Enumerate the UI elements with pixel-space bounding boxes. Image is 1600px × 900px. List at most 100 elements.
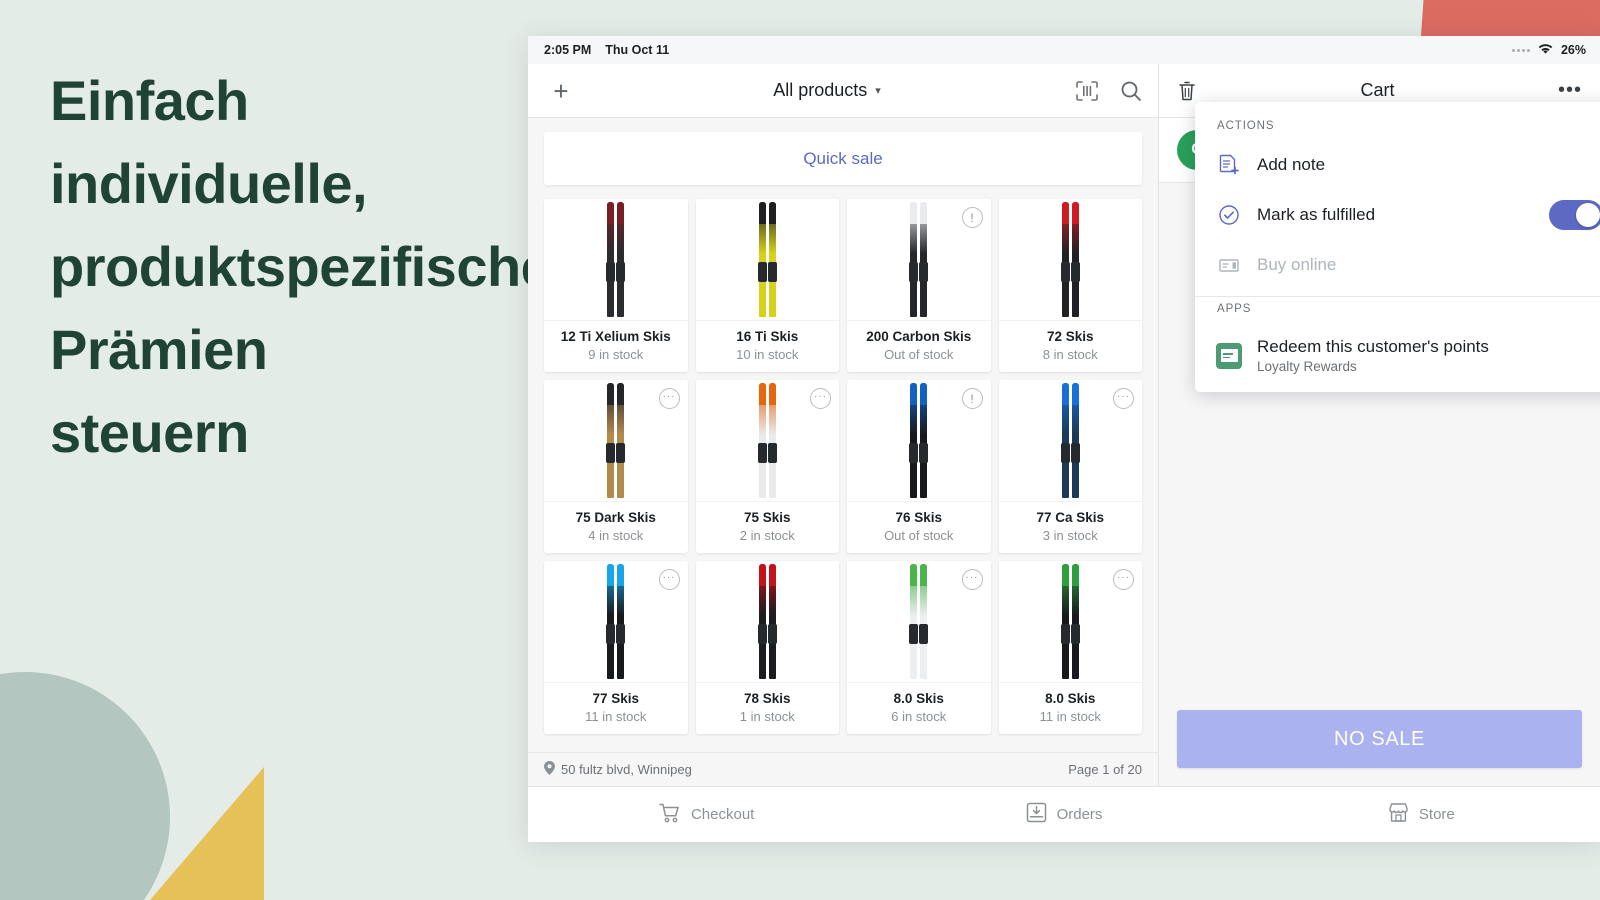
product-image: ··· [695,380,839,502]
battery-percent: 26% [1560,43,1586,57]
storefront-icon [1388,802,1409,827]
buy-online-icon [1217,254,1241,276]
mark-as-fulfilled-toggle[interactable] [1549,200,1600,230]
product-meta: 75 Skis 2 in stock [696,502,840,553]
product-title: 75 Skis [743,510,791,525]
product-stock: 3 in stock [1042,528,1098,543]
product-image: ··· [544,561,688,683]
wifi-icon [1537,42,1554,58]
product-card[interactable]: ··· 77 Skis 11 in stock [544,561,688,734]
product-card[interactable]: 16 Ti Skis 10 in stock [695,199,839,372]
product-card[interactable]: ··· 8.0 Skis 11 in stock [998,561,1143,734]
page-root: Einfach individuelle, produktspezifische… [0,0,1600,900]
product-card[interactable]: 12 Ti Xelium Skis 9 in stock [544,199,688,372]
no-sale-button[interactable]: NO SALE [1177,710,1582,768]
tab-orders[interactable]: Orders [885,802,1242,827]
product-card[interactable]: ! 200 Carbon Skis Out of stock [847,199,991,372]
product-title: 16 Ti Skis [736,329,799,344]
tab-label: Store [1418,806,1455,823]
product-meta: 72 Skis 8 in stock [999,321,1143,372]
popover-apps-label: Apps [1217,303,1252,315]
tab-checkout[interactable]: Checkout [528,803,885,827]
popover-item-add-note[interactable]: Add note [1195,142,1600,188]
alert-icon[interactable]: ! [961,388,983,409]
product-filter-dropdown[interactable]: All products ▾ [578,80,1076,101]
product-meta: 77 Ca Skis 3 in stock [999,502,1143,553]
product-title: 75 Dark Skis [575,510,656,525]
search-icon[interactable] [1120,80,1142,102]
more-options-icon[interactable]: ··· [658,388,680,409]
shopping-cart-icon [659,803,681,827]
more-options-icon[interactable]: ··· [961,569,983,590]
product-meta: 8.0 Skis 11 in stock [999,683,1143,734]
product-card[interactable]: 72 Skis 8 in stock [998,199,1143,372]
barcode-scan-icon[interactable] [1076,80,1098,101]
alert-icon[interactable]: ! [961,207,983,228]
product-stock: 11 in stock [585,709,647,724]
more-options-icon[interactable]: ··· [1113,388,1134,409]
loyalty-app-icon [1216,342,1242,369]
popover-item-mark-as-fulfilled[interactable]: Mark as fulfilled [1195,188,1600,242]
product-title: 76 Skis [895,510,943,525]
product-title: 78 Skis [743,691,791,706]
popover-item-redeem-points[interactable]: Redeem this customer's points Loyalty Re… [1195,325,1600,386]
product-stock: 2 in stock [739,528,795,543]
product-meta: 76 Skis Out of stock [847,502,991,553]
more-options-icon[interactable]: ··· [1113,569,1134,590]
bottom-tab-bar: Checkout Orders Store [528,786,1600,842]
location-pin-icon [544,761,555,778]
products-scroll-area[interactable]: Quick sale 12 Ti Xelium Skis 9 in stock 16… [528,118,1158,752]
trash-icon[interactable] [1177,80,1197,102]
product-stock: 4 in stock [588,528,644,543]
product-stock: Out of stock [884,528,954,543]
popover-item-label: Redeem this customer's points [1257,337,1489,356]
product-meta: 8.0 Skis 6 in stock [847,683,991,734]
product-stock: 6 in stock [891,709,947,724]
product-meta: 200 Carbon Skis Out of stock [847,321,991,372]
popover-item-label: Buy online [1257,255,1337,274]
product-image [695,199,839,321]
product-card[interactable]: ··· 75 Skis 2 in stock [695,380,840,553]
product-card[interactable]: ··· 77 Ca Skis 3 in stock [998,380,1143,553]
product-stock: Out of stock [884,347,954,362]
product-image: ··· [847,561,991,683]
product-title: 8.0 Skis [893,691,944,706]
tab-store[interactable]: Store [1243,802,1600,827]
product-meta: 75 Dark Skis 4 in stock [544,502,688,553]
product-stock: 8 in stock [1042,347,1098,362]
popover-item-label: Mark as fulfilled [1257,205,1376,224]
popover-divider [1195,296,1600,297]
store-location-label: 50 fultz blvd, Winnipeg [561,762,692,777]
page-indicator: Page 1 of 20 [1068,762,1142,777]
product-title: 77 Skis [592,691,640,706]
more-options-icon[interactable]: ··· [810,388,831,409]
popover-actions-label: Actions [1217,120,1275,132]
orders-inbox-icon [1026,802,1047,827]
products-pane: + All products ▾ Quick sale 12 Ti Xelium… [528,64,1159,786]
product-card[interactable]: ··· 75 Dark Skis 4 in stock [544,380,688,553]
check-circle-icon [1217,204,1241,226]
product-image: ! [847,199,991,321]
tablet-main-body: + All products ▾ Quick sale 12 Ti Xelium… [528,64,1600,786]
product-title: 8.0 Skis [1045,691,1096,706]
more-horizontal-icon[interactable]: ••• [1558,79,1582,102]
product-title: 200 Carbon Skis [866,329,972,344]
product-card[interactable]: 78 Skis 1 in stock [695,561,839,734]
decorative-yellow-triangle [150,767,264,900]
product-card[interactable]: ! 76 Skis Out of stock [847,380,991,553]
product-stock: 1 in stock [739,709,795,724]
quick-sale-button[interactable]: Quick sale [544,132,1142,185]
product-stock: 9 in stock [588,347,644,362]
product-filter-label: All products [773,80,868,100]
tablet-device: 2:05 PM Thu Oct 11 26% + All products ▾ [528,36,1600,842]
product-card[interactable]: ··· 8.0 Skis 6 in stock [847,561,991,734]
product-meta: 77 Skis 11 in stock [544,683,688,734]
more-options-icon[interactable]: ··· [658,569,680,590]
product-image: ! [847,380,991,502]
product-meta: 12 Ti Xelium Skis 9 in stock [544,321,688,372]
product-title: 12 Ti Xelium Skis [560,329,671,344]
plus-icon[interactable]: + [544,78,578,104]
products-footer: 50 fultz blvd, Winnipeg Page 1 of 20 [528,752,1158,786]
cart-action-area: NO SALE [1159,696,1600,786]
product-grid: 12 Ti Xelium Skis 9 in stock 16 Ti Skis 10 … [544,199,1142,734]
